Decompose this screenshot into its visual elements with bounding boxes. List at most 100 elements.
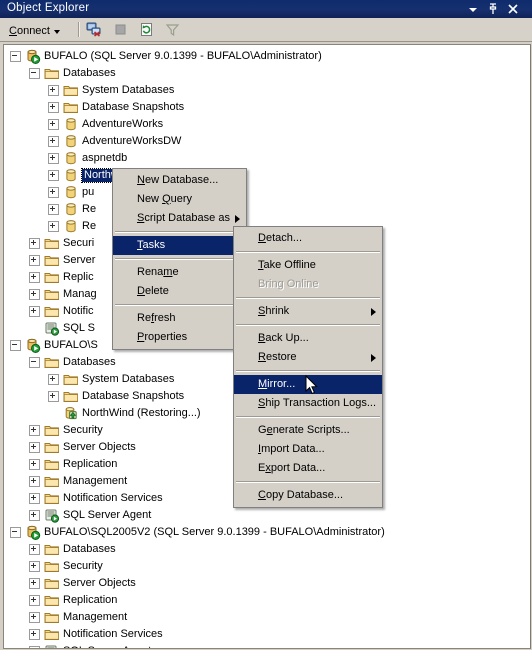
tree-node-srv1-sql-server-agent[interactable]: SQL S: [4, 320, 95, 337]
tree-node-srv3-server-objects[interactable]: Server Objects: [4, 575, 136, 592]
tree-node-srv2-sql-server-agent[interactable]: SQL Server Agent: [4, 507, 151, 524]
menu-item-shrink[interactable]: Shrink: [234, 302, 382, 321]
tree-node-srv3[interactable]: BUFALO\SQL2005V2 (SQL Server 9.0.1399 - …: [4, 524, 385, 541]
menu-item-ship-transaction-logs[interactable]: Ship Transaction Logs...: [234, 394, 382, 413]
expand-icon[interactable]: [29, 289, 40, 300]
tree-node-srv3-databases[interactable]: Databases: [4, 541, 116, 558]
collapse-icon[interactable]: [29, 68, 40, 79]
menu-item-refresh[interactable]: Refresh: [113, 309, 246, 328]
expand-icon[interactable]: [29, 306, 40, 317]
tree-node-db-adventureworksdw[interactable]: AdventureWorksDW: [4, 133, 181, 150]
tree-node-db-adventureworks[interactable]: AdventureWorks: [4, 116, 163, 133]
tree-node-srv3-sql-server-agent[interactable]: SQL Server Agent: [4, 643, 151, 648]
tree-node-srv1-server-objects[interactable]: Server: [4, 252, 95, 269]
filter-icon[interactable]: [162, 21, 183, 38]
tree-node-srv3-management[interactable]: Management: [4, 609, 127, 626]
expand-icon[interactable]: [29, 442, 40, 453]
tree-node-srv2-databases[interactable]: Databases: [4, 354, 116, 371]
tree-node-srv3-notification-services[interactable]: Notification Services: [4, 626, 163, 643]
expand-icon[interactable]: [29, 544, 40, 555]
tree-node-srv1-database-snapshots[interactable]: Database Snapshots: [4, 99, 184, 116]
menu-item-copy-database[interactable]: Copy Database...: [234, 486, 382, 505]
expand-icon[interactable]: [29, 646, 40, 648]
tree-node-db-pubs[interactable]: pu: [4, 184, 94, 201]
tree-node-srv2-database-snapshots[interactable]: Database Snapshots: [4, 388, 184, 405]
menu-item-new-query[interactable]: New Query: [113, 190, 246, 209]
tree-node-srv2-system-databases[interactable]: System Databases: [4, 371, 174, 388]
chevron-down-icon[interactable]: [466, 2, 480, 16]
menu-item-mirror[interactable]: Mirror...: [234, 375, 382, 394]
menu-item-label: New Database...: [137, 174, 219, 186]
tasks-submenu[interactable]: Detach... Take Offline Bring Online Shrink B…: [233, 226, 383, 508]
stop-icon[interactable]: [110, 21, 131, 38]
collapse-icon[interactable]: [10, 51, 21, 62]
expand-icon[interactable]: [29, 510, 40, 521]
collapse-icon[interactable]: [10, 340, 21, 351]
tree-node-srv2-security[interactable]: Security: [4, 422, 103, 439]
tree-node-srv1-system-databases[interactable]: System Databases: [4, 82, 174, 99]
menu-item-take-offline[interactable]: Take Offline: [234, 256, 382, 275]
context-menu-database[interactable]: New Database... New Query Script Database …: [112, 168, 247, 350]
tree-node-srv1[interactable]: BUFALO (SQL Server 9.0.1399 - BUFALO\Adm…: [4, 48, 322, 65]
tree-node-db-aspnetdb[interactable]: aspnetdb: [4, 150, 127, 167]
menu-item-properties[interactable]: Properties: [113, 328, 246, 347]
menu-item-new-database[interactable]: New Database...: [113, 171, 246, 190]
tree-node-srv1-replication[interactable]: Replic: [4, 269, 94, 286]
menu-item-import-data[interactable]: Import Data...: [234, 440, 382, 459]
expand-icon[interactable]: [29, 493, 40, 504]
tree-node-srv1-databases[interactable]: Databases: [4, 65, 116, 82]
expand-icon[interactable]: [48, 153, 59, 164]
menu-item-rename[interactable]: Rename: [113, 263, 246, 282]
expand-icon[interactable]: [48, 221, 59, 232]
expand-icon[interactable]: [29, 425, 40, 436]
tree-node-srv1-notification-services[interactable]: Notific: [4, 303, 94, 320]
menu-item-restore[interactable]: Restore: [234, 348, 382, 367]
collapse-icon[interactable]: [10, 527, 21, 538]
connect-button[interactable]: Connect: [5, 21, 65, 39]
menu-item-tasks[interactable]: Tasks: [113, 236, 246, 255]
expand-icon[interactable]: [29, 561, 40, 572]
expand-icon[interactable]: [29, 578, 40, 589]
tree-node-db-re1[interactable]: Re: [4, 201, 96, 218]
tree-node-srv2-management[interactable]: Management: [4, 473, 127, 490]
collapse-icon[interactable]: [29, 357, 40, 368]
tree-node-srv3-security[interactable]: Security: [4, 558, 103, 575]
expand-icon[interactable]: [48, 85, 59, 96]
tree-node-db-re2[interactable]: Re: [4, 218, 96, 235]
expand-icon[interactable]: [29, 459, 40, 470]
pushpin-icon[interactable]: [486, 2, 500, 16]
tree-node-srv2-replication[interactable]: Replication: [4, 456, 117, 473]
menu-separator: [115, 231, 244, 233]
expand-icon[interactable]: [29, 476, 40, 487]
menu-item-generate-scripts[interactable]: Generate Scripts...: [234, 421, 382, 440]
tree-node-srv1-management[interactable]: Manag: [4, 286, 97, 303]
tree-node-srv3-replication[interactable]: Replication: [4, 592, 117, 609]
expand-icon[interactable]: [48, 136, 59, 147]
tree-node-srv2[interactable]: BUFALO\S: [4, 337, 98, 354]
expand-icon[interactable]: [48, 119, 59, 130]
expand-icon[interactable]: [48, 170, 59, 181]
expand-icon[interactable]: [48, 391, 59, 402]
expand-icon[interactable]: [29, 255, 40, 266]
menu-item-back-up[interactable]: Back Up...: [234, 329, 382, 348]
tree-node-srv2-notification-services[interactable]: Notification Services: [4, 490, 163, 507]
expand-icon[interactable]: [29, 612, 40, 623]
tree-node-db-northwind-restoring[interactable]: NorthWind (Restoring...): [4, 405, 201, 422]
expand-icon[interactable]: [29, 595, 40, 606]
expand-icon[interactable]: [48, 187, 59, 198]
expand-icon[interactable]: [48, 374, 59, 385]
expand-icon[interactable]: [29, 272, 40, 283]
menu-item-detach[interactable]: Detach...: [234, 229, 382, 248]
expand-icon[interactable]: [48, 102, 59, 113]
menu-item-script-database-as[interactable]: Script Database as: [113, 209, 246, 228]
expand-icon[interactable]: [48, 204, 59, 215]
expand-icon[interactable]: [29, 629, 40, 640]
refresh-icon[interactable]: [136, 21, 157, 38]
menu-item-export-data[interactable]: Export Data...: [234, 459, 382, 478]
tree-node-srv2-server-objects[interactable]: Server Objects: [4, 439, 136, 456]
close-icon[interactable]: [506, 2, 520, 16]
tree-node-srv1-security[interactable]: Securi: [4, 235, 94, 252]
disconnect-icon[interactable]: [84, 21, 105, 38]
menu-item-delete[interactable]: Delete: [113, 282, 246, 301]
expand-icon[interactable]: [29, 238, 40, 249]
